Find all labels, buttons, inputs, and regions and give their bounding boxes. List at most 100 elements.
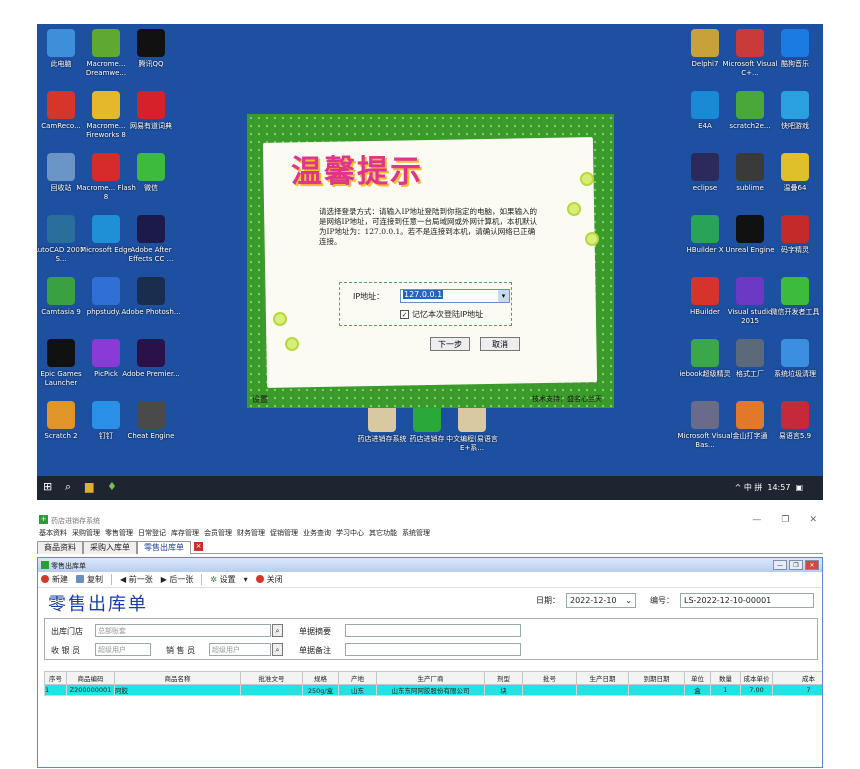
tab-item[interactable]: 零售出库单 xyxy=(137,541,191,554)
copy-button[interactable]: 复制 xyxy=(76,574,103,585)
table-cell[interactable] xyxy=(523,685,577,696)
close-icon[interactable]: ✕ xyxy=(805,560,819,570)
tab-item[interactable]: 商品资料 xyxy=(37,541,83,554)
table-cell[interactable]: 7.00 xyxy=(741,685,773,696)
desktop-icon[interactable]: Adobe Photosh... xyxy=(121,277,181,317)
tab-item[interactable]: 采购入库单 xyxy=(83,541,137,554)
desktop-icon[interactable]: 腾讯QQ xyxy=(121,29,181,69)
app-icon[interactable]: ♦ xyxy=(107,480,117,493)
table-cell[interactable]: 7 xyxy=(773,685,823,696)
table-header[interactable]: 序号 xyxy=(45,672,67,685)
minimize-icon[interactable]: — xyxy=(752,515,761,525)
next-button[interactable]: ▶ 后一张 xyxy=(161,574,194,585)
clock[interactable]: 14:57 xyxy=(767,483,790,492)
table-cell[interactable]: 250g/盒 xyxy=(303,685,339,696)
table-header[interactable]: 商品编码 xyxy=(67,672,115,685)
table-cell[interactable]: 块 xyxy=(485,685,523,696)
prev-button[interactable]: ◀ 前一张 xyxy=(120,574,153,585)
table-header[interactable]: 商品名称 xyxy=(115,672,241,685)
number-field[interactable]: LS-2022-12-10-00001 xyxy=(680,593,814,608)
ip-input[interactable]: 127.0.0.1▾ xyxy=(400,289,510,303)
next-button[interactable]: 下一步 xyxy=(430,337,470,351)
search-icon[interactable]: ⌕ xyxy=(65,480,71,494)
settings-button[interactable]: ✲ 设置 xyxy=(210,574,235,585)
chevron-down-icon[interactable]: ▾ xyxy=(498,290,509,302)
menu-item[interactable]: 促销管理 xyxy=(270,528,298,539)
desktop-icon[interactable]: 码字精灵 xyxy=(765,215,823,255)
menu-item[interactable]: 学习中心 xyxy=(336,528,364,539)
table-header[interactable]: 单位 xyxy=(685,672,711,685)
desktop-icon[interactable]: Adobe Premier... xyxy=(121,339,181,379)
store-input[interactable]: 总部账套 xyxy=(95,624,271,637)
search-icon[interactable]: ⌕ xyxy=(272,624,283,637)
menu-item[interactable]: 零售管理 xyxy=(105,528,133,539)
table-cell[interactable] xyxy=(241,685,303,696)
close-button[interactable]: 关闭 xyxy=(256,574,283,585)
table-header[interactable]: 剂型 xyxy=(485,672,523,685)
desktop-icon[interactable]: 系统垃圾清理 xyxy=(765,339,823,379)
table-header[interactable]: 成本单价 xyxy=(741,672,773,685)
table-cell[interactable]: Z200000001 xyxy=(67,685,115,696)
tray-text[interactable]: ^ 中 拼 xyxy=(735,482,763,493)
table-cell[interactable]: 盒 xyxy=(685,685,711,696)
search-icon[interactable]: ⌕ xyxy=(272,643,283,656)
notification-icon[interactable]: ▣ xyxy=(795,483,803,492)
windows-start-icon[interactable]: ⊞ xyxy=(43,480,52,493)
table-cell xyxy=(577,729,629,740)
menu-item[interactable]: 财务管理 xyxy=(237,528,265,539)
table-cell[interactable]: 1 xyxy=(711,685,741,696)
table-header[interactable]: 生产厂商 xyxy=(377,672,485,685)
table-header[interactable]: 成本 xyxy=(773,672,823,685)
menu-item[interactable]: 其它功能 xyxy=(369,528,397,539)
checkbox-checked-icon[interactable]: ✓ xyxy=(400,310,409,319)
desktop-icon[interactable]: 微信开发者工具 xyxy=(765,277,823,317)
table-cell[interactable]: 阿胶 xyxy=(115,685,241,696)
table-cell[interactable]: 山东东阿阿胶股份有限公司 xyxy=(377,685,485,696)
menu-item[interactable]: 库存管理 xyxy=(171,528,199,539)
summary-input[interactable] xyxy=(345,624,521,637)
cancel-button[interactable]: 取消 xyxy=(480,337,520,351)
close-icon[interactable]: × xyxy=(194,542,203,551)
sales-input[interactable]: 超级用户 xyxy=(209,643,271,656)
desktop-icon[interactable]: 微信 xyxy=(121,153,181,193)
table-header[interactable]: 批号 xyxy=(523,672,577,685)
menu-item[interactable]: 系统管理 xyxy=(402,528,430,539)
desktop-icon[interactable]: Cheat Engine xyxy=(121,401,181,441)
desktop-icon[interactable]: 中文编程(易语言E+系... xyxy=(442,404,502,453)
desktop-icon[interactable]: 温叠64 xyxy=(765,153,823,193)
desktop-icon[interactable]: 易语言5.9 xyxy=(765,401,823,441)
desktop-icon[interactable]: 网易有道词典 xyxy=(121,91,181,131)
settings-dropdown-icon[interactable]: ▾ xyxy=(244,575,248,584)
folder-icon[interactable]: ▆ xyxy=(85,480,93,493)
table-header[interactable]: 批准文号 xyxy=(241,672,303,685)
close-icon[interactable]: ✕ xyxy=(809,515,817,525)
table-cell[interactable] xyxy=(577,685,629,696)
menu-item[interactable]: 采购管理 xyxy=(72,528,100,539)
menu-item[interactable]: 日常登记 xyxy=(138,528,166,539)
table-header[interactable]: 到期日期 xyxy=(629,672,685,685)
restore-icon[interactable]: ❐ xyxy=(781,515,789,525)
table-cell[interactable]: 1 xyxy=(45,685,67,696)
menu-item[interactable]: 会员管理 xyxy=(204,528,232,539)
table-header[interactable]: 产地 xyxy=(339,672,377,685)
restore-icon[interactable]: ❐ xyxy=(789,560,803,570)
cashier-input[interactable]: 超级用户 xyxy=(95,643,151,656)
table-row[interactable]: 1Z200000001阿胶250g/盒山东山东东阿阿胶股份有限公司块盒17.00… xyxy=(45,685,823,696)
remember-checkbox[interactable]: ✓记忆本次登陆IP地址 xyxy=(400,309,483,320)
settings-link[interactable]: 设置 xyxy=(252,394,268,405)
date-picker[interactable]: 2022-12-10 ⌄ xyxy=(566,593,636,608)
table-header[interactable]: 生产日期 xyxy=(577,672,629,685)
table-header[interactable]: 数量 xyxy=(711,672,741,685)
menu-item[interactable]: 业务查询 xyxy=(303,528,331,539)
desktop-icon[interactable]: 酷狗音乐 xyxy=(765,29,823,69)
minimize-icon[interactable]: — xyxy=(773,560,787,570)
table-header[interactable]: 规格 xyxy=(303,672,339,685)
table-cell[interactable] xyxy=(629,685,685,696)
table-cell[interactable]: 山东 xyxy=(339,685,377,696)
table-cell xyxy=(339,696,377,707)
new-button[interactable]: 新建 xyxy=(41,574,68,585)
desktop-icon[interactable]: Adobe After Effects CC ... xyxy=(121,215,181,264)
menu-item[interactable]: 基本资料 xyxy=(39,528,67,539)
remark-input[interactable] xyxy=(345,643,521,656)
desktop-icon[interactable]: 快吧游戏 xyxy=(765,91,823,131)
